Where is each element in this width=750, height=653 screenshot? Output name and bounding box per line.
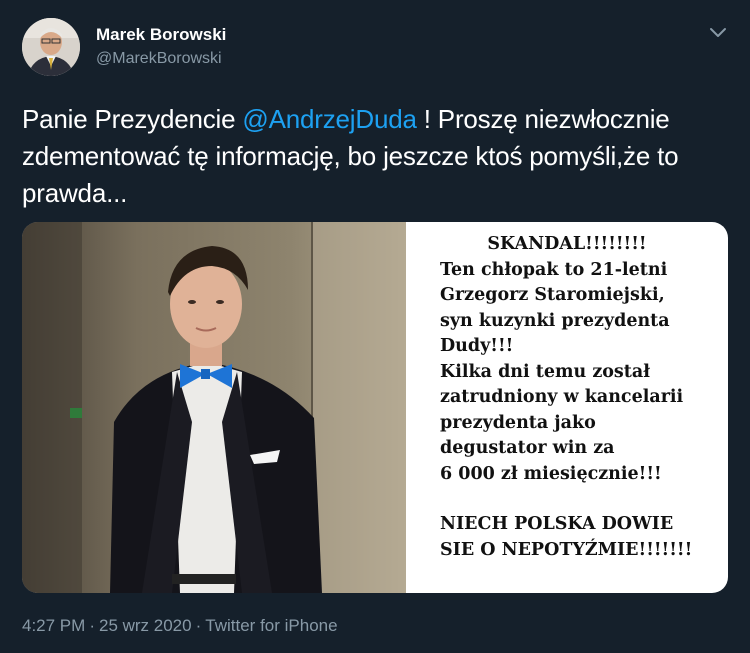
avatar[interactable] — [22, 18, 80, 76]
tweet-text: Panie Prezydencie @AndrzejDuda ! Proszę … — [22, 101, 734, 212]
meme-line: 6 000 zł miesięcznie!!! — [440, 463, 662, 484]
media-image[interactable]: SKANDAL!!!!!!!! Ten chłopak to 21-letni … — [22, 222, 728, 593]
author-handle[interactable]: @MarekBorowski — [96, 50, 222, 68]
meme-line: Grzegorz Staromiejski, — [440, 285, 665, 305]
meme-line: Ten chłopak to 21-letni — [440, 259, 668, 280]
tweet-date[interactable]: 25 wrz 2020 — [99, 616, 192, 635]
meme-line: SIE O NEPOTYŹMIE!!!!!!! — [440, 539, 693, 560]
photo — [22, 222, 406, 593]
meme-line: prezydenta jako — [440, 412, 596, 433]
meta-separator: · — [195, 616, 202, 635]
meme-gap — [408, 487, 726, 512]
chevron-down-icon[interactable] — [708, 25, 728, 41]
meme-line: Kilka dni temu został — [440, 361, 650, 382]
meme-line: syn kuzynki prezydenta — [440, 310, 670, 331]
meme-line: degustator win za — [440, 438, 615, 458]
meme-line: NIECH POLSKA DOWIE — [440, 514, 674, 534]
tweet-client[interactable]: Twitter for iPhone — [205, 616, 337, 635]
meta-separator: · — [89, 616, 95, 635]
meme-line: Dudy!!! — [440, 336, 514, 356]
meme-line: zatrudniony w kancelarii — [440, 387, 684, 407]
meme-line: SKANDAL!!!!!!!! — [487, 234, 647, 254]
mention-link[interactable]: @AndrzejDuda — [242, 104, 417, 134]
tweet-text-before: Panie Prezydencie — [22, 104, 243, 134]
author-name[interactable]: Marek Borowski — [96, 25, 226, 45]
tweet-meta: 4:27 PM · 25 wrz 2020 · Twitter for iPhone — [22, 616, 338, 636]
tweet-card: Marek Borowski @MarekBorowski Panie Prez… — [0, 0, 750, 653]
meme-text: SKANDAL!!!!!!!! Ten chłopak to 21-letni … — [408, 232, 726, 563]
tweet-time[interactable]: 4:27 PM — [22, 616, 85, 635]
